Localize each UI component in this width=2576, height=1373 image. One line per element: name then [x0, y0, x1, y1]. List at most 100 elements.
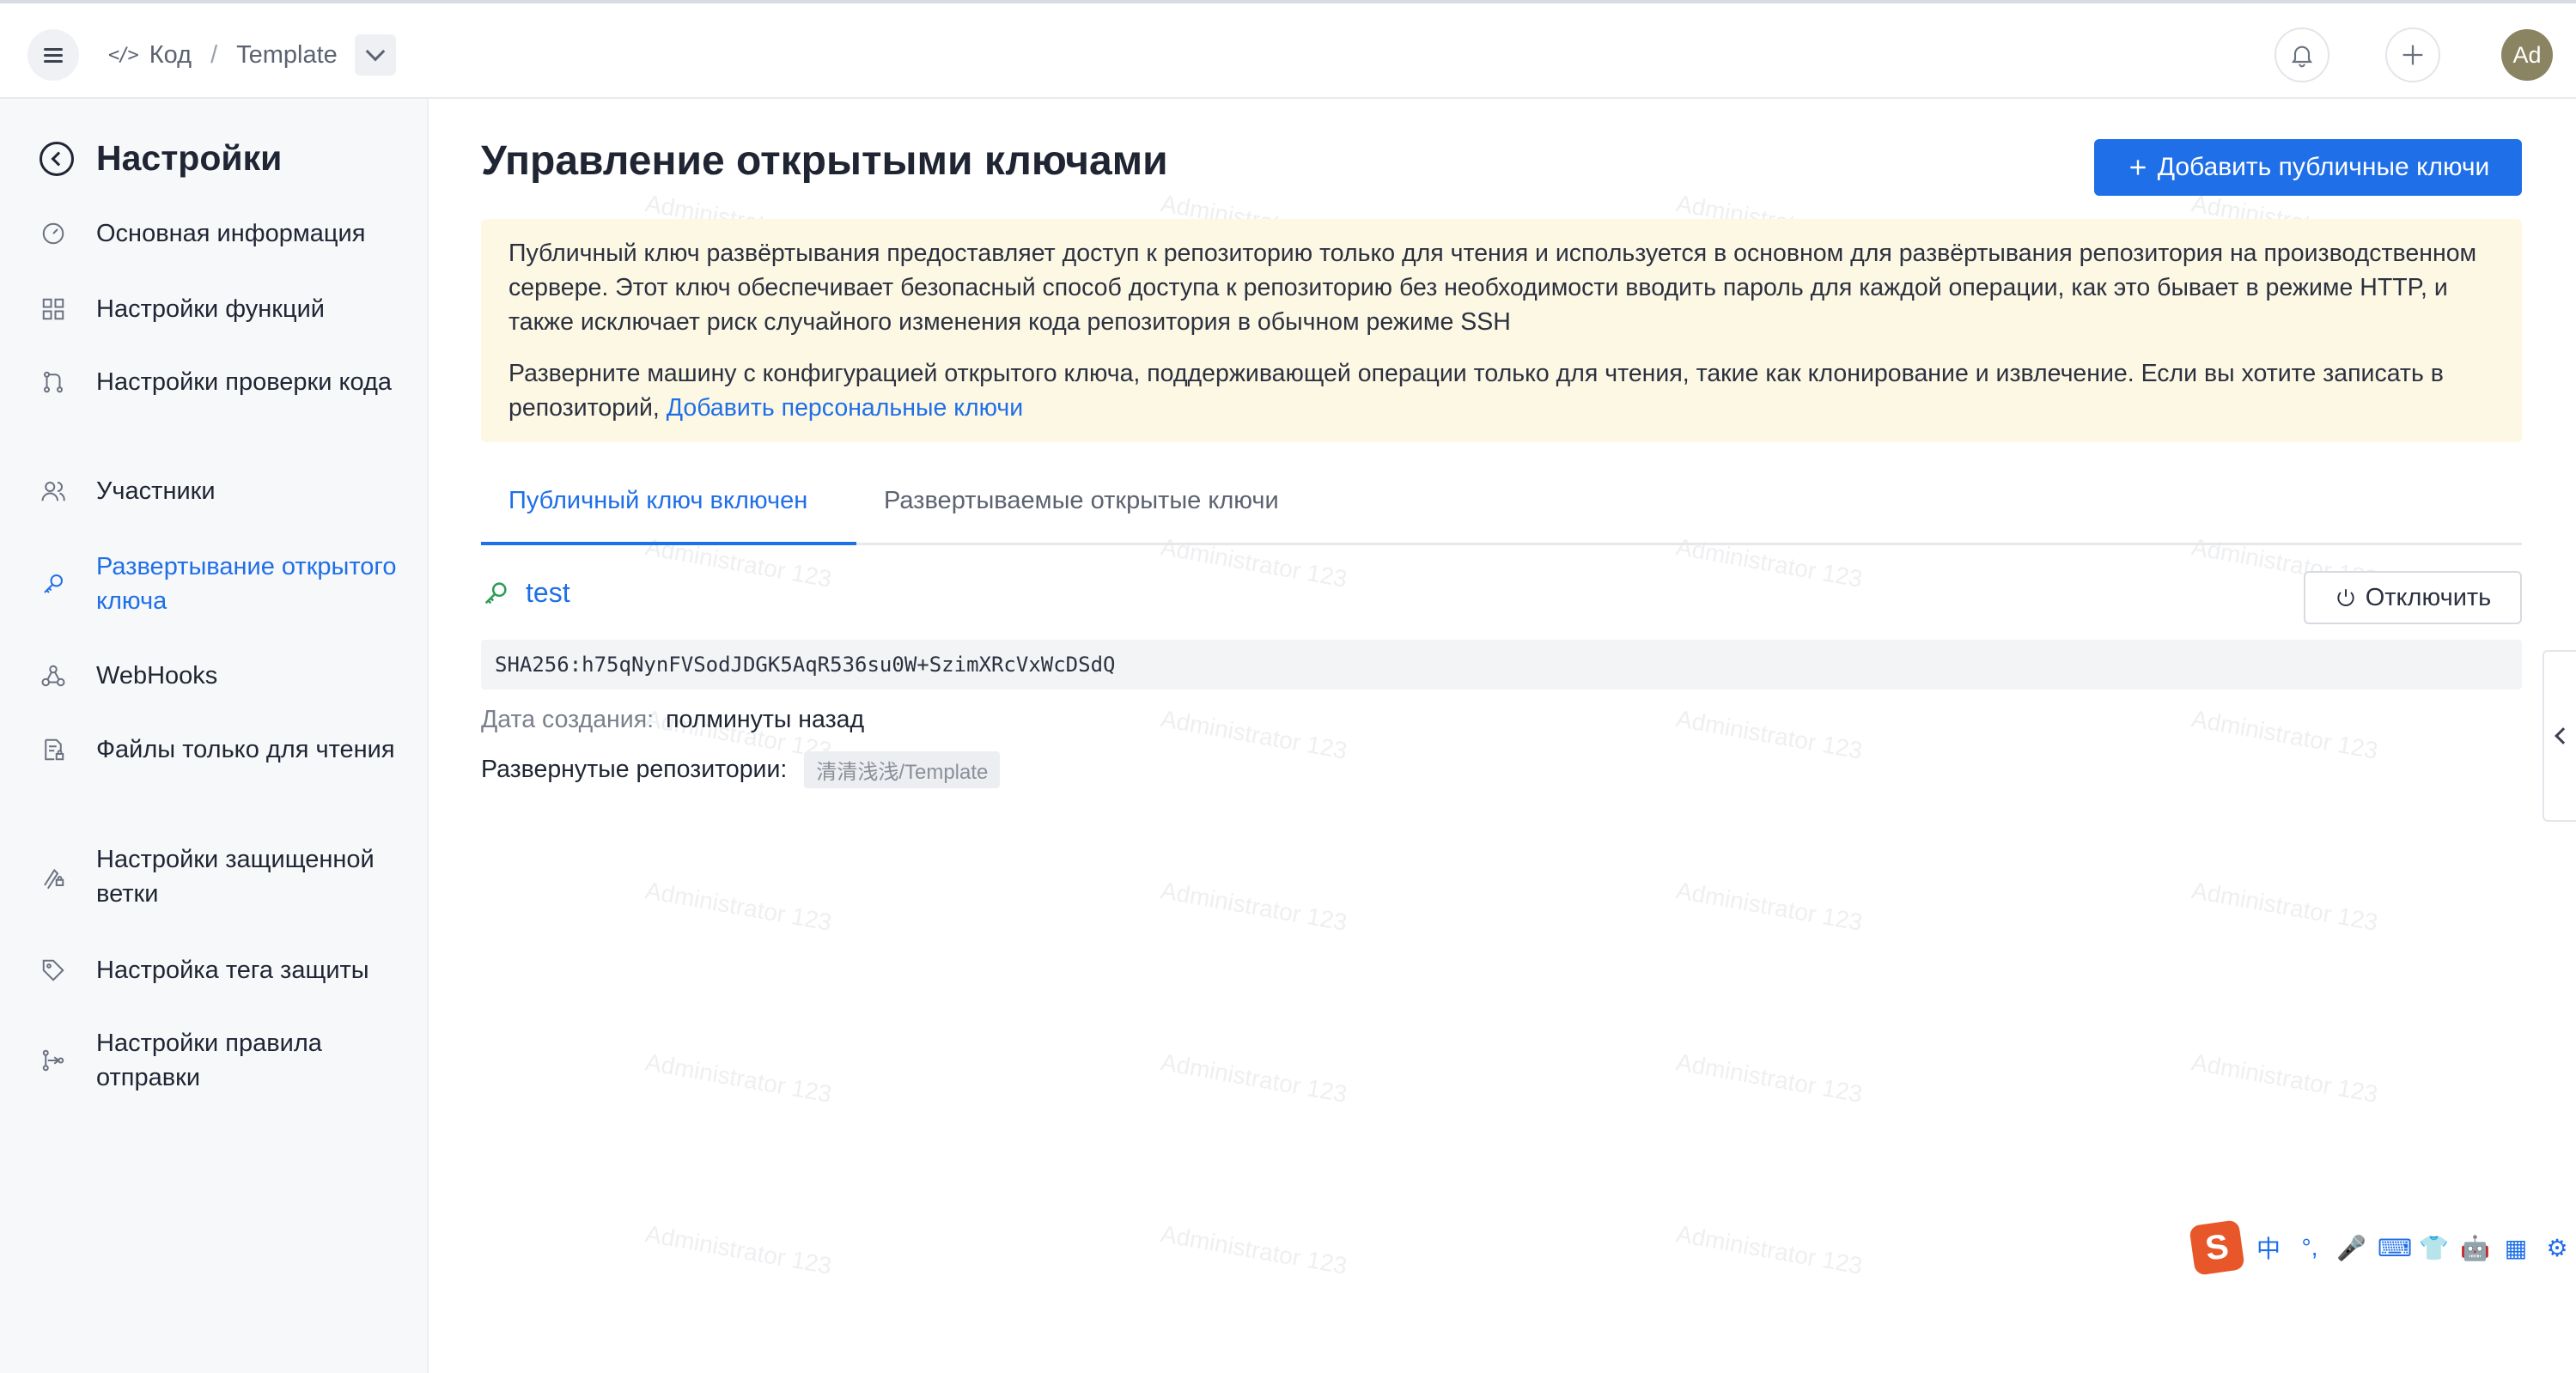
- notifications-button[interactable]: [2275, 27, 2329, 82]
- branch-lock-icon: [40, 864, 67, 890]
- merge-icon: [40, 369, 67, 395]
- add-personal-keys-link[interactable]: Добавить персональные ключи: [667, 394, 1023, 422]
- sidebar-item-label: Настройки проверки кода: [96, 368, 393, 396]
- chevron-left-icon: [51, 151, 66, 166]
- breadcrumb-separator: /: [210, 40, 218, 69]
- notice-paragraph-2: Разверните машину с конфигурацией открыт…: [509, 356, 2494, 425]
- sidebar-item-protected-branch[interactable]: Настройки защищенной ветки: [40, 842, 417, 911]
- created-date-label: Дата создания:: [481, 706, 655, 733]
- dashboard-icon: [40, 221, 67, 246]
- add-public-key-label: Добавить публичные ключи: [2157, 153, 2490, 181]
- breadcrumb-section[interactable]: Код: [149, 41, 192, 70]
- watermark-text: Administrator 123: [1674, 877, 1865, 936]
- watermark-text: Administrator 123: [1674, 1048, 1865, 1108]
- sidebar-item-label: Основная информация: [96, 220, 366, 247]
- add-public-key-button[interactable]: Добавить публичные ключи: [2094, 139, 2522, 196]
- create-button[interactable]: [2385, 27, 2440, 82]
- active-tab-indicator: [481, 542, 856, 545]
- sidebar-item-webhooks[interactable]: WebHooks: [40, 659, 417, 693]
- side-panel-toggle[interactable]: [2543, 650, 2576, 822]
- sidebar-header: Настройки: [40, 138, 282, 179]
- watermark-text: Administrator 123: [1674, 705, 1865, 764]
- chevron-down-icon: [365, 41, 386, 62]
- breadcrumb-repo[interactable]: Template: [236, 41, 338, 70]
- info-notice: Публичный ключ развёртывания предоставля…: [481, 219, 2522, 442]
- plus-icon: [2402, 45, 2423, 65]
- tab-enabled-keys[interactable]: Публичный ключ включен: [509, 487, 807, 515]
- sidebar-item-features[interactable]: Настройки функций: [40, 292, 417, 326]
- key-icon: [484, 581, 507, 604]
- ime-punctuation-toggle[interactable]: °,: [2295, 1234, 2324, 1261]
- file-lock-icon: [40, 737, 67, 762]
- sidebar-item-code-review[interactable]: Настройки проверки кода: [40, 365, 417, 399]
- push-rule-icon: [40, 1048, 67, 1073]
- watermark-text: Administrator 123: [643, 1220, 834, 1279]
- breadcrumb: </> Код / Template: [108, 33, 396, 77]
- watermark-text: Administrator 123: [1674, 1220, 1865, 1279]
- key-header: test: [481, 577, 570, 609]
- key-fingerprint: SHA256:h75qNynFVSodJDGK5AqR536su0W+SzimX…: [481, 640, 2522, 690]
- ime-logo-icon[interactable]: S: [2189, 1219, 2245, 1276]
- tab-deployable-keys[interactable]: Развертываемые открытые ключи: [884, 487, 1279, 515]
- plus-icon: [2130, 160, 2146, 175]
- sidebar-item-deploy-key[interactable]: Развертывание открытого ключа: [40, 550, 417, 618]
- ime-voice-icon[interactable]: 🎤: [2336, 1234, 2366, 1262]
- webhook-icon: [40, 663, 67, 689]
- hamburger-icon: [44, 48, 63, 63]
- sidebar-item-label: Настройки функций: [96, 295, 325, 323]
- sidebar-item-protected-tag[interactable]: Настройка тега защиты: [40, 953, 417, 987]
- sidebar-title: Настройки: [96, 138, 283, 178]
- watermark-text: Administrator 123: [2189, 1048, 2380, 1108]
- sidebar-item-label: Файлы только для чтения: [96, 736, 395, 763]
- watermark-text: Administrator 123: [2189, 705, 2380, 764]
- watermark-text: Administrator 123: [643, 877, 834, 936]
- watermark-text: Administrator 123: [1159, 705, 1349, 764]
- ime-toolbox-icon[interactable]: ▦: [2501, 1234, 2530, 1262]
- sidebar-item-basic-info[interactable]: Основная информация: [40, 216, 417, 251]
- created-date-row: Дата создания: полминуты назад: [481, 706, 864, 734]
- ime-toolbar: S 中 °, 🎤 ⌨ 👕 🤖 ▦ ⚙: [2189, 1219, 2576, 1276]
- sidebar-item-label: Развертывание открытого ключа: [96, 553, 397, 615]
- power-icon: [2337, 589, 2354, 606]
- tag-icon: [40, 957, 67, 983]
- repo-switch-dropdown[interactable]: [354, 34, 396, 76]
- sidebar-item-readonly-files[interactable]: Файлы только для чтения: [40, 732, 417, 767]
- key-name[interactable]: test: [526, 577, 570, 609]
- sidebar-item-members[interactable]: Участники: [40, 474, 417, 508]
- sidebar-item-label: Участники: [96, 477, 216, 505]
- back-button[interactable]: [40, 141, 74, 176]
- sidebar-item-label: Настройка тега защиты: [96, 957, 369, 984]
- key-icon: [40, 571, 67, 597]
- watermark-text: Administrator 123: [1159, 1220, 1349, 1279]
- repo-tag: 清清浅浅/Template: [804, 751, 1001, 788]
- sidebar-item-label: Настройки правила отправки: [96, 1030, 322, 1091]
- watermark-text: Administrator 123: [643, 1048, 834, 1108]
- avatar[interactable]: Ad: [2501, 29, 2553, 81]
- settings-sidebar: Настройки Основная информация Настройки …: [0, 99, 429, 1373]
- notice-paragraph-1: Публичный ключ развёртывания предоставля…: [509, 240, 2477, 336]
- chevron-left-icon: [2554, 727, 2572, 744]
- deployed-repos-label: Развернутые репозитории:: [481, 756, 788, 783]
- menu-button[interactable]: [27, 29, 79, 81]
- disable-key-label: Отключить: [2365, 583, 2492, 611]
- watermark-text: Administrator 123: [1159, 877, 1349, 936]
- watermark-text: Administrator 123: [2189, 877, 2380, 936]
- code-icon: </>: [108, 44, 139, 66]
- users-icon: [40, 478, 67, 504]
- sidebar-item-push-rules[interactable]: Настройки правила отправки: [40, 1026, 417, 1095]
- disable-key-button[interactable]: Отключить: [2304, 571, 2522, 624]
- top-bar: </> Код / Template Ad: [0, 0, 2576, 99]
- ime-language-toggle[interactable]: 中: [2254, 1230, 2283, 1265]
- grid-icon: [40, 296, 67, 322]
- page-title: Управление открытыми ключами: [481, 138, 1168, 184]
- bell-icon: [2291, 46, 2313, 68]
- sidebar-item-label: WebHooks: [96, 662, 218, 690]
- deployed-repos-row: Развернутые репозитории: 清清浅浅/Template: [481, 751, 1001, 788]
- created-date-value: полминуты назад: [666, 706, 865, 733]
- ime-keyboard-icon[interactable]: ⌨: [2378, 1234, 2412, 1262]
- sidebar-item-label: Настройки защищенной ветки: [96, 846, 375, 908]
- ime-skin-icon[interactable]: 👕: [2419, 1234, 2449, 1262]
- ime-assistant-icon[interactable]: 🤖: [2460, 1234, 2490, 1262]
- ime-settings-icon[interactable]: ⚙: [2543, 1234, 2572, 1262]
- key-tabs: Публичный ключ включен Развертываемые от…: [481, 475, 2522, 545]
